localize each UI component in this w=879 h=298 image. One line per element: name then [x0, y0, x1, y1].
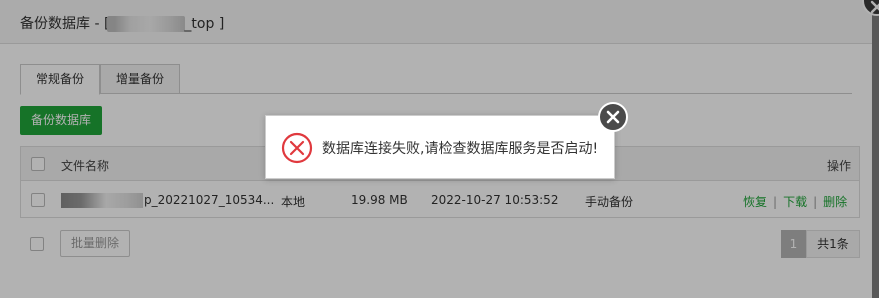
- error-toast: 数据库连接失败,请检查数据库服务是否启动!: [265, 115, 615, 179]
- close-icon: [606, 110, 620, 124]
- error-circle-icon: [281, 132, 313, 164]
- toast-message: 数据库连接失败,请检查数据库服务是否启动!: [322, 141, 599, 157]
- toast-close-button[interactable]: [598, 102, 628, 132]
